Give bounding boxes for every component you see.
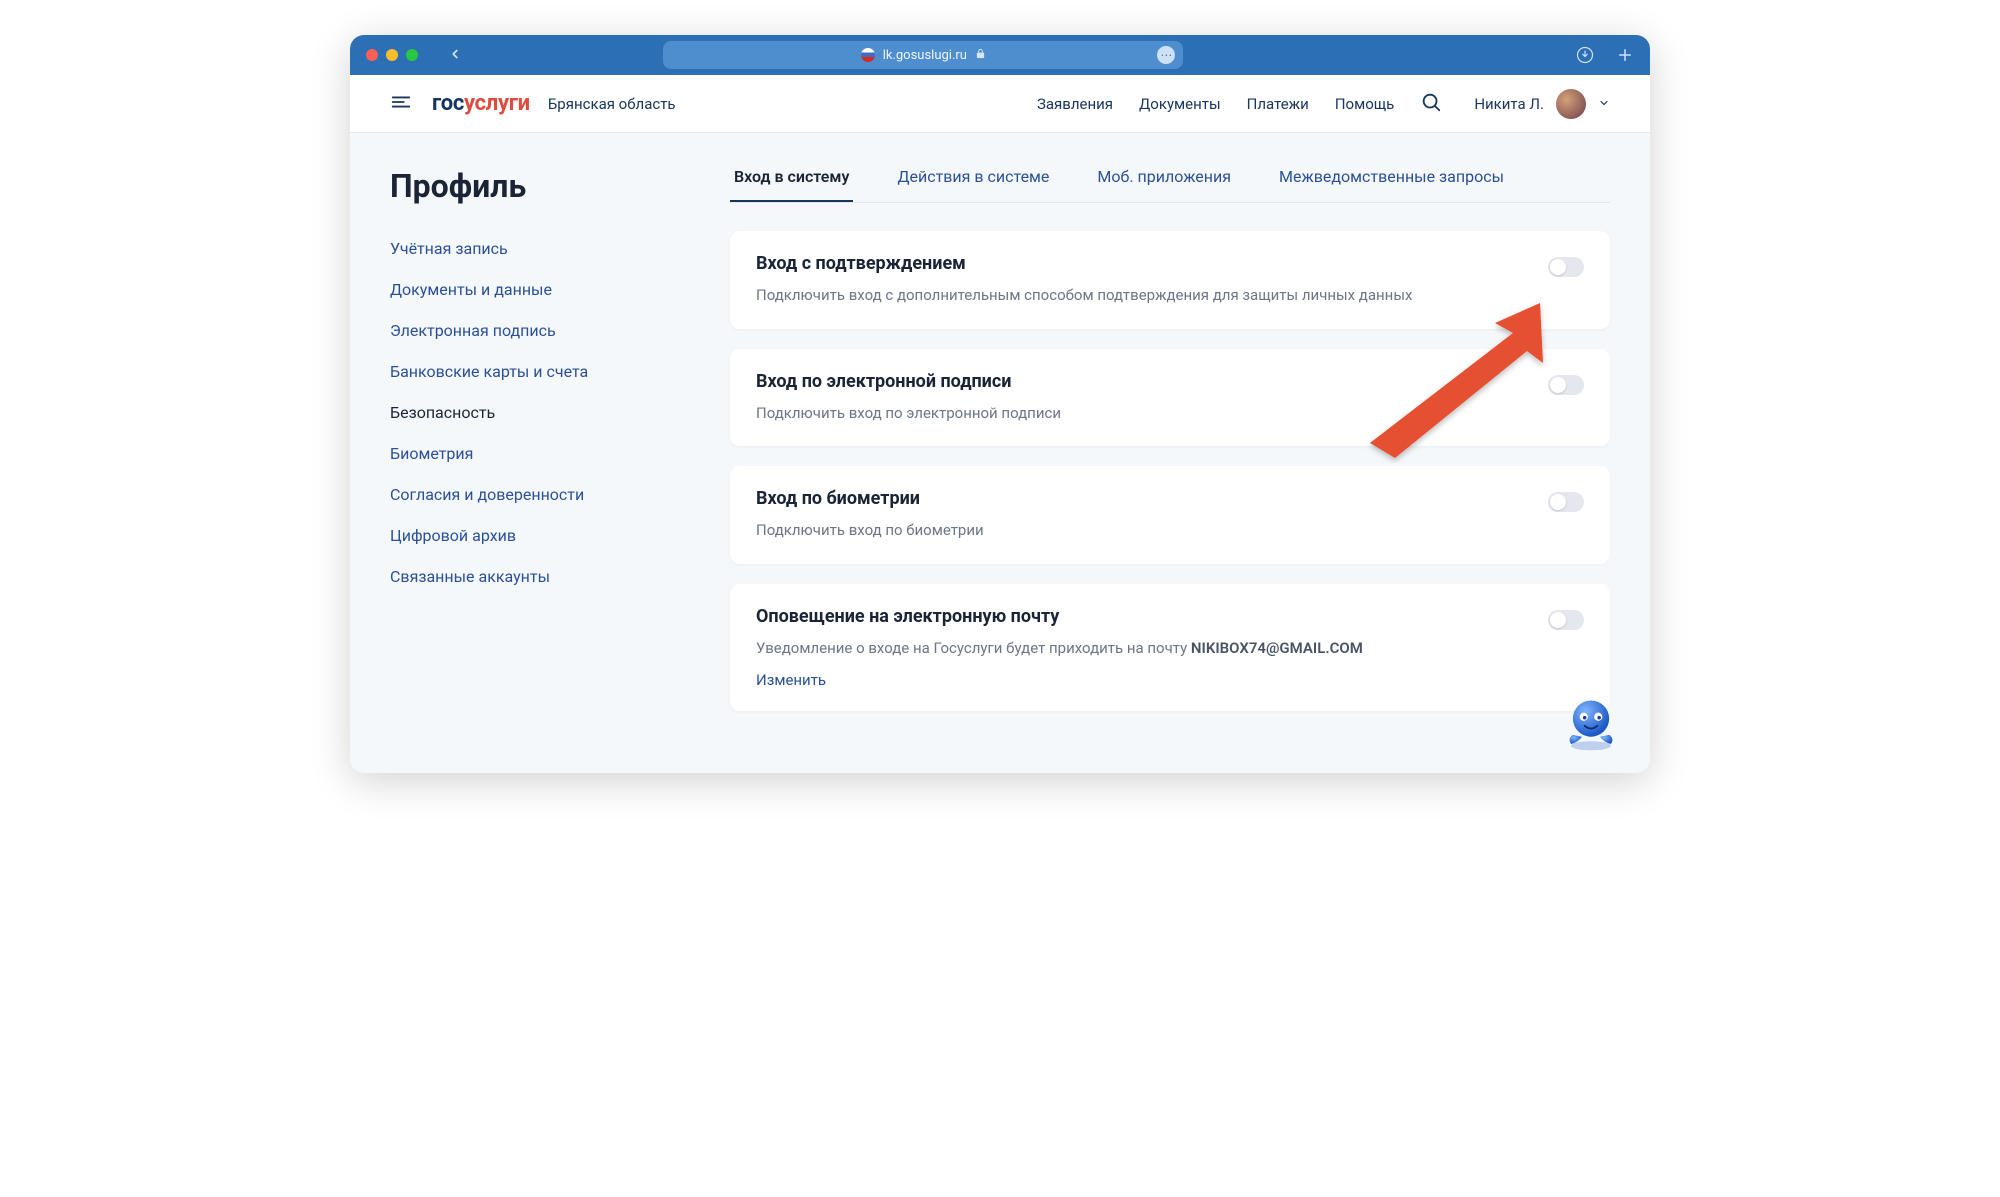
site-logo[interactable]: госуслуги bbox=[432, 91, 530, 116]
main-content: Вход в систему Действия в системе Моб. п… bbox=[730, 167, 1610, 773]
address-bar[interactable]: lk.gosuslugi.ru ⋯ bbox=[663, 41, 1183, 69]
sidebar-item-linked[interactable]: Связанные аккаунты bbox=[390, 567, 640, 586]
chat-bot-icon[interactable] bbox=[1562, 695, 1620, 753]
minimize-window-icon[interactable] bbox=[386, 49, 398, 61]
sidebar-item-esign[interactable]: Электронная подпись bbox=[390, 321, 640, 340]
browser-chrome: lk.gosuslugi.ru ⋯ bbox=[350, 35, 1650, 75]
card-desc: Уведомление о входе на Госуслуги будет п… bbox=[756, 637, 1524, 660]
nav-payments[interactable]: Платежи bbox=[1247, 95, 1309, 113]
tab-interagency[interactable]: Межведомственные запросы bbox=[1275, 167, 1508, 202]
back-button[interactable] bbox=[448, 46, 462, 65]
email-desc-prefix: Уведомление о входе на Госуслуги будет п… bbox=[756, 639, 1191, 657]
sidebar-item-account[interactable]: Учётная запись bbox=[390, 239, 640, 258]
address-more-icon[interactable]: ⋯ bbox=[1157, 46, 1175, 64]
card-title: Вход по биометрии bbox=[756, 488, 1524, 509]
sidebar-item-documents[interactable]: Документы и данные bbox=[390, 280, 640, 299]
card-login-esign: Вход по электронной подписи Подключить в… bbox=[730, 349, 1610, 447]
toggle-login-biometry[interactable] bbox=[1548, 492, 1584, 512]
toggle-login-confirm[interactable] bbox=[1548, 257, 1584, 277]
sidebar-item-archive[interactable]: Цифровой архив bbox=[390, 526, 640, 545]
card-login-confirm: Вход с подтверждением Подключить вход с … bbox=[730, 231, 1610, 329]
address-bar-host: lk.gosuslugi.ru bbox=[883, 48, 967, 63]
window-controls[interactable] bbox=[366, 49, 418, 61]
lock-icon bbox=[975, 48, 986, 62]
page-body: Профиль Учётная запись Документы и данны… bbox=[350, 133, 1650, 773]
card-title: Оповещение на электронную почту bbox=[756, 606, 1524, 627]
card-email-notify: Оповещение на электронную почту Уведомле… bbox=[730, 584, 1610, 712]
nav-applications[interactable]: Заявления bbox=[1037, 95, 1113, 113]
change-email-link[interactable]: Изменить bbox=[756, 671, 826, 689]
avatar bbox=[1556, 89, 1586, 119]
nav-documents[interactable]: Документы bbox=[1139, 95, 1221, 113]
email-address: NIKIBOX74@GMAIL.COM bbox=[1191, 639, 1363, 657]
site-header: госуслуги Брянская область Заявления Док… bbox=[350, 75, 1650, 133]
card-desc: Подключить вход с дополнительным способо… bbox=[756, 284, 1524, 307]
sidebar-item-consents[interactable]: Согласия и доверенности bbox=[390, 485, 640, 504]
browser-window: lk.gosuslugi.ru ⋯ госуслуги Брянская обл… bbox=[350, 35, 1650, 773]
logo-part-blue: гос bbox=[432, 91, 464, 116]
toggle-login-esign[interactable] bbox=[1548, 375, 1584, 395]
download-icon[interactable] bbox=[1576, 46, 1594, 64]
close-window-icon[interactable] bbox=[366, 49, 378, 61]
hamburger-menu-icon[interactable] bbox=[390, 91, 412, 117]
sidebar-item-bank[interactable]: Банковские карты и счета bbox=[390, 362, 640, 381]
logo-part-red: услуги bbox=[464, 91, 530, 116]
user-name: Никита Л. bbox=[1474, 95, 1544, 113]
nav-help[interactable]: Помощь bbox=[1335, 95, 1395, 113]
sidebar-item-security[interactable]: Безопасность bbox=[390, 403, 640, 422]
toggle-email-notify[interactable] bbox=[1548, 610, 1584, 630]
chevron-down-icon bbox=[1598, 95, 1610, 113]
sidebar-item-biometry[interactable]: Биометрия bbox=[390, 444, 640, 463]
tab-login[interactable]: Вход в систему bbox=[730, 167, 853, 202]
tabs: Вход в систему Действия в системе Моб. п… bbox=[730, 167, 1610, 203]
region-selector[interactable]: Брянская область bbox=[548, 95, 676, 113]
new-tab-icon[interactable] bbox=[1616, 46, 1634, 64]
tab-activity[interactable]: Действия в системе bbox=[893, 167, 1053, 202]
card-login-biometry: Вход по биометрии Подключить вход по био… bbox=[730, 466, 1610, 564]
user-menu[interactable]: Никита Л. bbox=[1474, 89, 1610, 119]
header-nav: Заявления Документы Платежи Помощь Никит… bbox=[1037, 89, 1610, 119]
sidebar-nav: Учётная запись Документы и данные Электр… bbox=[390, 239, 640, 586]
maximize-window-icon[interactable] bbox=[406, 49, 418, 61]
card-title: Вход по электронной подписи bbox=[756, 371, 1524, 392]
card-desc: Подключить вход по биометрии bbox=[756, 519, 1524, 542]
tab-mobile[interactable]: Моб. приложения bbox=[1093, 167, 1235, 202]
search-icon[interactable] bbox=[1420, 91, 1442, 117]
sidebar: Профиль Учётная запись Документы и данны… bbox=[390, 167, 640, 773]
card-title: Вход с подтверждением bbox=[756, 253, 1524, 274]
card-desc: Подключить вход по электронной подписи bbox=[756, 402, 1524, 425]
page-title: Профиль bbox=[390, 167, 640, 205]
site-favicon-flag-icon bbox=[861, 48, 875, 62]
